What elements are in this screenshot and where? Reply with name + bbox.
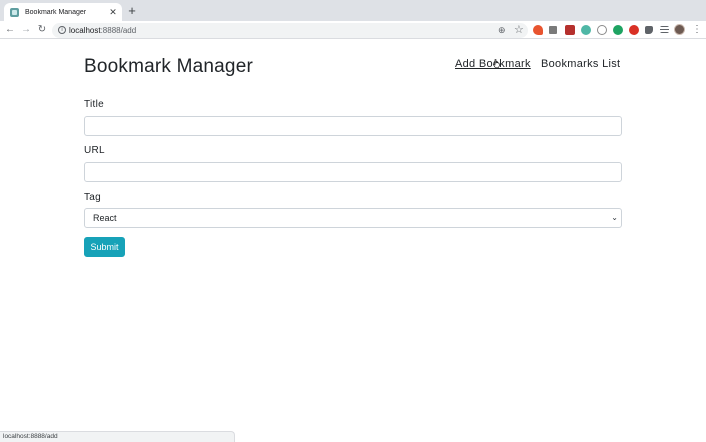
tag-label: Tag (84, 192, 102, 203)
browser-toolbar: ← → ↻ i localhost:8888/add ⊕ ☆ ⋮ (0, 21, 706, 39)
address-url: localhost:8888/add (69, 25, 136, 36)
avatar[interactable] (674, 24, 685, 35)
info-icon[interactable]: i (58, 26, 66, 34)
url-label: URL (84, 145, 105, 156)
hand-cursor-icon (493, 59, 500, 68)
browser-tab[interactable]: Bookmark Manager ✕ (4, 3, 122, 21)
status-bar: localhost:8888/add (0, 431, 235, 442)
tab-strip: Bookmark Manager ✕ + (0, 0, 706, 21)
url-host: localhost (69, 26, 101, 35)
submit-button[interactable]: Submit (84, 237, 125, 257)
reload-icon[interactable]: ↻ (36, 23, 48, 37)
address-bar[interactable]: i localhost:8888/add ⊕ ☆ (52, 23, 528, 38)
extension-teal-icon[interactable] (581, 25, 591, 35)
chevron-down-icon: ⌄ (611, 213, 618, 222)
puzzle-icon[interactable] (645, 26, 653, 34)
page-title: Bookmark Manager (84, 56, 253, 77)
zoom-icon[interactable]: ⊕ (498, 25, 506, 36)
favicon-icon (10, 7, 19, 17)
title-label: Title (84, 99, 105, 110)
back-icon[interactable]: ← (4, 23, 16, 37)
menu-icon[interactable]: ⋮ (692, 23, 702, 37)
tag-select-value: React (93, 213, 117, 223)
nav-bookmarks-list[interactable]: Bookmarks List (541, 58, 620, 70)
reading-list-icon[interactable] (660, 26, 669, 33)
extension-gray-icon[interactable] (549, 26, 557, 34)
extension-green-icon[interactable] (613, 25, 623, 35)
url-path: :8888/add (100, 26, 137, 35)
extension-redcircle-icon[interactable] (629, 25, 639, 35)
tag-select[interactable]: React ⌄ (84, 208, 622, 228)
tab-title: Bookmark Manager (25, 8, 87, 16)
close-icon[interactable]: ✕ (108, 7, 118, 17)
bookmark-star-icon[interactable]: ☆ (514, 24, 524, 36)
url-input[interactable] (84, 162, 622, 182)
page-content: Bookmark Manager Add Bookmark Bookmarks … (0, 40, 706, 442)
extension-red-icon[interactable] (533, 25, 543, 35)
forward-icon[interactable]: → (20, 23, 32, 37)
extension-smile-icon[interactable] (597, 25, 607, 35)
new-tab-button[interactable]: + (126, 4, 138, 18)
title-input[interactable] (84, 116, 622, 136)
extension-maroon-icon[interactable] (565, 25, 575, 35)
